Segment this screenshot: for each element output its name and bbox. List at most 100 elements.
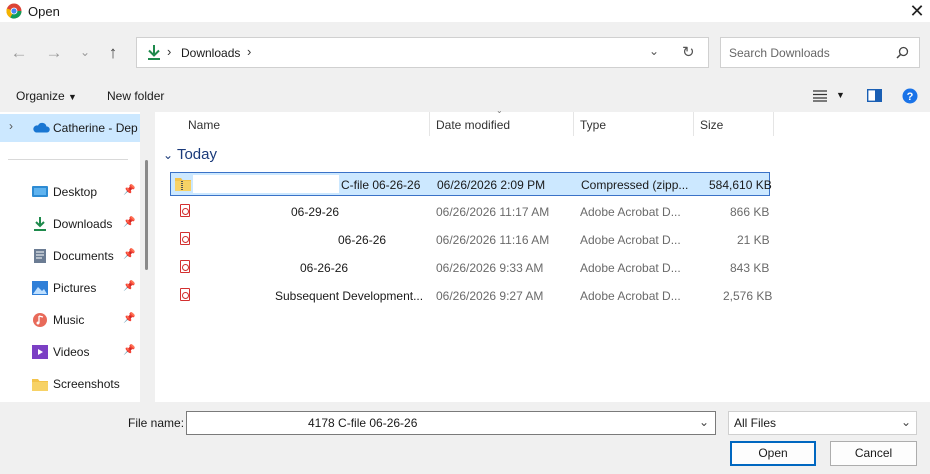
file-type: Adobe Acrobat D... xyxy=(580,205,681,219)
address-history-chevron-icon[interactable]: ⌄ xyxy=(649,44,659,58)
organize-label: Organize xyxy=(16,89,65,103)
column-header-size[interactable]: Size xyxy=(700,118,723,132)
sidebar-item-onedrive[interactable]: › Catherine - Dep xyxy=(0,114,140,142)
file-date: 06/26/2026 2:09 PM xyxy=(437,178,546,192)
sidebar-item-label: Videos xyxy=(53,345,90,359)
table-row[interactable]: C-file 06-26-26 06/26/2026 2:09 PM Compr… xyxy=(170,172,772,196)
file-date: 06/26/2026 9:33 AM xyxy=(436,261,544,275)
sidebar-item-screenshots[interactable]: Screenshots xyxy=(32,375,142,395)
recent-locations-chevron-icon[interactable]: ⌄ xyxy=(74,41,96,63)
column-divider[interactable] xyxy=(573,112,574,136)
pin-icon[interactable]: 📌 xyxy=(123,185,135,196)
column-header-type[interactable]: Type xyxy=(580,118,606,132)
breadcrumb-separator-icon[interactable]: › xyxy=(247,44,251,59)
column-header-date-modified[interactable]: Date modified xyxy=(436,118,510,132)
collapse-chevron-icon[interactable]: ⌄ xyxy=(163,148,173,162)
group-label: Today xyxy=(176,146,217,163)
column-divider[interactable] xyxy=(773,112,774,136)
column-header-name[interactable]: Name xyxy=(188,118,220,132)
table-row[interactable]: 06-29-26 06/26/2026 11:17 AM Adobe Acrob… xyxy=(170,200,770,224)
file-date: 06/26/2026 11:16 AM xyxy=(436,233,550,247)
redacted-area xyxy=(193,175,339,193)
sidebar-item-music[interactable]: Music 📌 xyxy=(32,311,142,331)
scrollbar-thumb[interactable] xyxy=(145,160,148,270)
file-size: 2,576 KB xyxy=(723,289,773,303)
filename-input[interactable]: 4178 C-file 06-26-26 xyxy=(308,416,417,430)
sidebar-item-label: Pictures xyxy=(53,281,97,295)
file-name: Subsequent Development... xyxy=(275,289,424,303)
back-arrow-icon[interactable]: ← xyxy=(8,42,30,64)
file-name: 06-29-26 xyxy=(291,205,340,219)
close-icon[interactable]: ✕ xyxy=(904,0,930,22)
svg-text:?: ? xyxy=(907,91,914,103)
file-name: C-file 06-26-26 xyxy=(341,178,421,192)
filename-field[interactable]: 4178 C-file 06-26-26 ⌄ xyxy=(186,411,716,435)
table-row[interactable]: Subsequent Development... 06/26/2026 9:2… xyxy=(170,284,773,308)
sidebar-scrollbar[interactable] xyxy=(141,112,153,402)
sidebar-item-pictures[interactable]: Pictures 📌 xyxy=(32,279,142,299)
folder-icon xyxy=(32,379,48,391)
cloud-icon xyxy=(33,122,50,133)
sidebar-item-videos[interactable]: Videos 📌 xyxy=(32,343,142,363)
organize-button[interactable]: Organize ▼ xyxy=(16,89,77,103)
file-name: 06-26-26 xyxy=(300,261,349,275)
file-type: Adobe Acrobat D... xyxy=(580,289,681,303)
expand-chevron-icon[interactable]: › xyxy=(9,119,13,133)
filter-chevron-icon[interactable]: ⌄ xyxy=(901,415,911,429)
file-size: 843 KB xyxy=(730,261,770,275)
pin-icon[interactable]: 📌 xyxy=(123,313,135,324)
preview-pane-icon[interactable] xyxy=(867,89,882,102)
address-bar[interactable]: › Downloads › ⌄ ↻ xyxy=(136,37,709,68)
refresh-icon[interactable]: ↻ xyxy=(682,43,695,61)
pin-icon[interactable]: 📌 xyxy=(123,281,135,292)
breadcrumb-downloads[interactable]: Downloads xyxy=(181,46,240,60)
cancel-button[interactable]: Cancel xyxy=(830,441,917,466)
sidebar-item-desktop[interactable]: Desktop 📌 xyxy=(32,183,142,203)
sidebar-item-documents[interactable]: Documents 📌 xyxy=(32,247,142,267)
sidebar-item-label: Downloads xyxy=(53,217,113,231)
pdf-icon xyxy=(180,288,190,301)
title-bar xyxy=(0,0,930,22)
sidebar-item-label: Screenshots xyxy=(53,377,120,391)
view-list-icon[interactable] xyxy=(813,90,827,102)
file-size: 866 KB xyxy=(730,205,770,219)
pin-icon[interactable]: 📌 xyxy=(123,249,135,260)
pin-icon[interactable]: 📌 xyxy=(123,345,135,356)
forward-arrow-icon[interactable]: → xyxy=(43,42,65,64)
sidebar-item-label: Desktop xyxy=(53,185,98,199)
column-divider[interactable] xyxy=(693,112,694,136)
search-input[interactable]: Search Downloads xyxy=(729,46,830,60)
open-button[interactable]: Open xyxy=(730,441,816,466)
filename-dropdown-chevron-icon[interactable]: ⌄ xyxy=(699,415,709,429)
file-size: 584,610 KB xyxy=(709,178,772,192)
column-divider[interactable] xyxy=(429,112,430,136)
file-size: 21 KB xyxy=(737,233,770,247)
search-icon[interactable] xyxy=(896,46,909,59)
group-header-today[interactable]: ⌄ Today xyxy=(163,146,217,163)
help-icon[interactable]: ? xyxy=(902,88,918,104)
table-row[interactable]: 06-26-26 06/26/2026 9:33 AM Adobe Acroba… xyxy=(170,256,770,280)
table-row[interactable]: 06-26-26 06/26/2026 11:16 AM Adobe Acrob… xyxy=(170,228,770,252)
pdf-icon xyxy=(180,232,190,245)
pictures-icon xyxy=(32,281,48,295)
documents-icon xyxy=(34,249,46,263)
file-type-filter[interactable]: All Files ⌄ xyxy=(728,411,917,435)
music-icon xyxy=(33,313,47,327)
sidebar-item-downloads[interactable]: Downloads 📌 xyxy=(32,215,142,235)
window-title: Open xyxy=(28,4,60,19)
download-icon xyxy=(34,217,46,231)
file-type-filter-value: All Files xyxy=(734,416,777,430)
file-name: 06-26-26 xyxy=(338,233,387,247)
zip-folder-icon xyxy=(175,178,191,191)
desktop-icon xyxy=(32,186,48,197)
up-arrow-icon[interactable]: ↑ xyxy=(102,42,124,64)
pdf-icon xyxy=(180,260,190,273)
new-folder-button[interactable]: New folder xyxy=(107,89,164,103)
search-box[interactable]: Search Downloads xyxy=(720,37,920,68)
view-options-chevron-icon[interactable]: ▼ xyxy=(836,90,845,100)
file-type: Adobe Acrobat D... xyxy=(580,261,681,275)
download-icon xyxy=(148,45,160,60)
chrome-icon xyxy=(6,3,22,19)
pin-icon[interactable]: 📌 xyxy=(123,217,135,228)
file-type: Adobe Acrobat D... xyxy=(580,233,681,247)
